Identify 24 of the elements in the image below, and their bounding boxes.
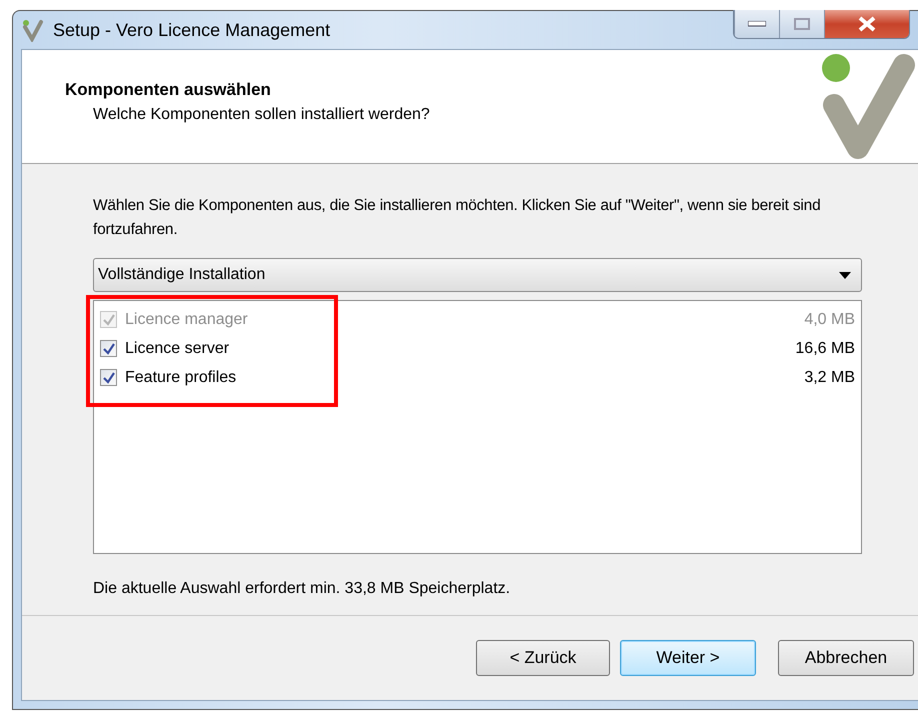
window-title: Setup - Vero Licence Management xyxy=(53,20,330,40)
component-checkbox[interactable] xyxy=(100,340,117,357)
wizard-button[interactable]: Abbrechen xyxy=(778,640,914,676)
disk-space-note: Die aktuelle Auswahl erfordert min. 33,8 MB Speicherplatz. xyxy=(93,580,512,598)
minimize-button[interactable] xyxy=(734,10,779,38)
page-subtitle: Welche Komponenten sollen installiert werden? xyxy=(92,106,430,124)
minimize-icon xyxy=(748,21,766,27)
component-size: 16,6 MB xyxy=(795,340,855,358)
component-name: Feature profiles xyxy=(125,368,238,386)
page-title: Komponenten auswählen xyxy=(65,80,272,100)
setup-type-dropdown[interactable]: Vollständige Installation xyxy=(93,258,862,292)
app-logo-icon xyxy=(21,18,45,42)
component-size: 3,2 MB xyxy=(804,368,855,386)
maximize-icon xyxy=(794,18,810,30)
close-icon xyxy=(857,16,877,32)
instructions-text: Wählen Sie die Komponenten aus, die Sie installieren möchten. Klicken Sie auf "Weiter", wenn sie bereit sind fortzufahren. xyxy=(93,196,822,240)
close-button[interactable] xyxy=(824,10,909,38)
component-name: Licence server xyxy=(125,340,230,358)
component-name: Licence manager xyxy=(125,310,249,328)
component-size: 4,0 MB xyxy=(804,310,855,328)
component-checkbox[interactable] xyxy=(100,369,117,386)
wizard-button[interactable]: Weiter > xyxy=(620,640,756,676)
wizard-button[interactable]: < Zurück xyxy=(476,640,610,676)
dropdown-arrow-icon xyxy=(839,272,851,278)
